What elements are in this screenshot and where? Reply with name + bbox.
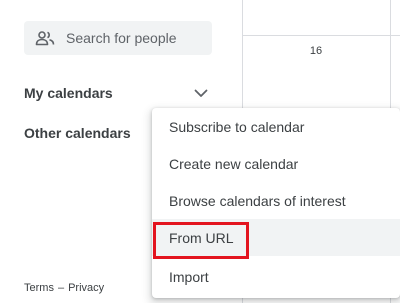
privacy-link[interactable]: Privacy [68,282,104,294]
menu-item-create-new-calendar[interactable]: Create new calendar [152,145,400,182]
add-calendar-menu: Subscribe to calendar Create new calenda… [152,108,400,298]
menu-item-subscribe-to-calendar[interactable]: Subscribe to calendar [152,108,400,145]
chevron-down-icon[interactable] [192,84,210,102]
my-calendars-header[interactable]: My calendars [24,81,212,105]
people-icon [34,29,56,47]
footer-links: Terms – Privacy [24,282,104,294]
my-calendars-label: My calendars [24,85,113,101]
menu-item-from-url[interactable]: From URL [152,219,400,256]
day-number[interactable]: 16 [242,45,390,57]
menu-item-browse-calendars[interactable]: Browse calendars of interest [152,182,400,219]
search-placeholder: Search for people [66,30,177,46]
menu-item-import[interactable]: Import [152,258,400,295]
search-people-input[interactable]: Search for people [24,21,212,55]
grid-line [242,35,400,36]
calendar-app: Search for people My calendars Other cal… [0,0,400,303]
footer-separator: – [57,282,65,294]
terms-link[interactable]: Terms [24,282,54,294]
other-calendars-label: Other calendars [24,125,131,141]
